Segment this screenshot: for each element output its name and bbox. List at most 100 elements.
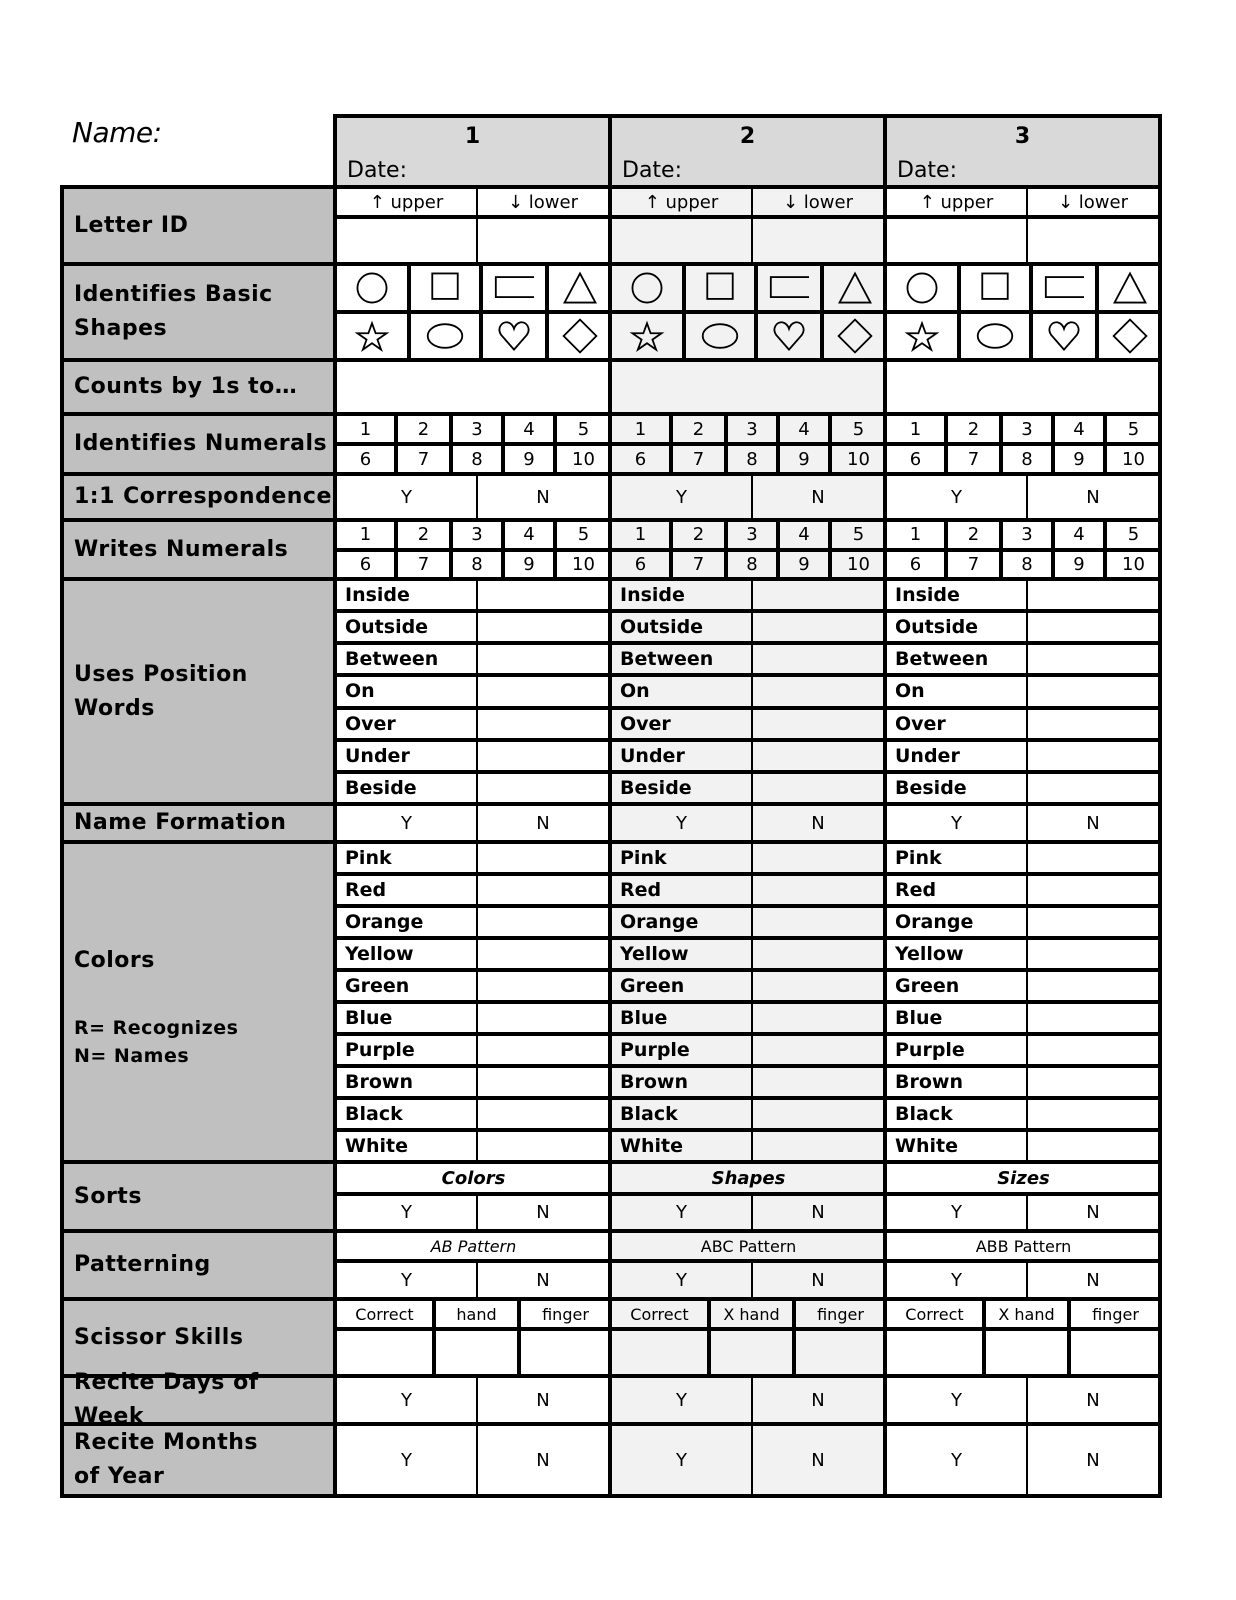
identify-numeral-cell-1[interactable]: 2 bbox=[396, 414, 451, 444]
write-numeral-cell-2[interactable]: 2 bbox=[671, 520, 726, 550]
scissor-score-cell-2[interactable] bbox=[610, 1329, 709, 1376]
correspondence-yes-2[interactable]: Y bbox=[610, 474, 753, 520]
scissor-score-cell-1[interactable] bbox=[335, 1329, 434, 1376]
shape-cell-3[interactable] bbox=[959, 264, 1031, 312]
lower-score-cell-1[interactable] bbox=[476, 217, 610, 264]
scissor-score-cell-1[interactable] bbox=[519, 1329, 612, 1376]
sorts-yes-1[interactable]: Y bbox=[335, 1194, 478, 1231]
scissor-score-cell-3[interactable] bbox=[1069, 1329, 1162, 1376]
patterning-yes-3[interactable]: Y bbox=[885, 1261, 1028, 1299]
shape-cell-2[interactable] bbox=[822, 264, 887, 312]
patterning-no-1[interactable]: N bbox=[476, 1261, 610, 1299]
days-yes-3[interactable]: Y bbox=[885, 1376, 1028, 1424]
name-formation-no-2[interactable]: N bbox=[751, 804, 885, 842]
scissor-score-cell-1[interactable] bbox=[434, 1329, 519, 1376]
counts-cell-3[interactable] bbox=[885, 360, 1162, 414]
identify-numeral-cell-1[interactable]: 1 bbox=[335, 414, 396, 444]
write-numeral-cell-3[interactable]: 6 bbox=[885, 549, 946, 579]
write-numeral-cell-3[interactable]: 3 bbox=[1001, 520, 1053, 550]
identify-numeral-cell-2[interactable]: 9 bbox=[778, 444, 830, 474]
months-no-3[interactable]: N bbox=[1026, 1424, 1160, 1496]
write-numeral-cell-1[interactable]: 4 bbox=[503, 520, 555, 550]
write-numeral-cell-3[interactable]: 8 bbox=[1001, 549, 1053, 579]
write-numeral-cell-3[interactable]: 10 bbox=[1105, 549, 1162, 579]
identify-numeral-cell-1[interactable]: 8 bbox=[451, 444, 503, 474]
counts-cell-2[interactable] bbox=[610, 360, 887, 414]
write-numeral-cell-2[interactable]: 7 bbox=[671, 549, 726, 579]
shape-cell-2[interactable] bbox=[610, 312, 684, 360]
write-numeral-cell-3[interactable]: 9 bbox=[1053, 549, 1105, 579]
color-score-cell-3[interactable] bbox=[1026, 1002, 1160, 1034]
position-score-cell-1[interactable] bbox=[476, 611, 610, 644]
months-yes-2[interactable]: Y bbox=[610, 1424, 753, 1496]
counts-cell-1[interactable] bbox=[335, 360, 612, 414]
color-score-cell-3[interactable] bbox=[1026, 874, 1160, 906]
color-score-cell-3[interactable] bbox=[1026, 938, 1160, 970]
color-score-cell-1[interactable] bbox=[476, 970, 610, 1002]
patterning-no-3[interactable]: N bbox=[1026, 1261, 1160, 1299]
position-score-cell-3[interactable] bbox=[1026, 611, 1160, 644]
color-score-cell-1[interactable] bbox=[476, 842, 610, 874]
upper-score-cell-2[interactable] bbox=[610, 217, 753, 264]
correspondence-yes-1[interactable]: Y bbox=[335, 474, 478, 520]
days-no-3[interactable]: N bbox=[1026, 1376, 1160, 1424]
scissor-score-cell-3[interactable] bbox=[984, 1329, 1069, 1376]
shape-cell-3[interactable] bbox=[1097, 312, 1162, 360]
lower-score-cell-3[interactable] bbox=[1026, 217, 1160, 264]
color-score-cell-2[interactable] bbox=[751, 1098, 885, 1130]
position-score-cell-1[interactable] bbox=[476, 675, 610, 708]
write-numeral-cell-2[interactable]: 6 bbox=[610, 549, 671, 579]
color-score-cell-2[interactable] bbox=[751, 874, 885, 906]
date-field[interactable]: Date: bbox=[347, 158, 407, 183]
date-field[interactable]: Date: bbox=[622, 158, 682, 183]
months-yes-3[interactable]: Y bbox=[885, 1424, 1028, 1496]
write-numeral-cell-2[interactable]: 10 bbox=[830, 549, 887, 579]
shape-cell-3[interactable] bbox=[1097, 264, 1162, 312]
write-numeral-cell-3[interactable]: 1 bbox=[885, 520, 946, 550]
identify-numeral-cell-3[interactable]: 7 bbox=[946, 444, 1001, 474]
shape-cell-1[interactable] bbox=[547, 264, 612, 312]
correspondence-no-3[interactable]: N bbox=[1026, 474, 1160, 520]
correspondence-no-1[interactable]: N bbox=[476, 474, 610, 520]
write-numeral-cell-1[interactable]: 10 bbox=[555, 549, 612, 579]
position-score-cell-2[interactable] bbox=[751, 579, 885, 612]
correspondence-yes-3[interactable]: Y bbox=[885, 474, 1028, 520]
position-score-cell-2[interactable] bbox=[751, 675, 885, 708]
position-score-cell-2[interactable] bbox=[751, 643, 885, 676]
write-numeral-cell-3[interactable]: 7 bbox=[946, 549, 1001, 579]
color-score-cell-2[interactable] bbox=[751, 1002, 885, 1034]
write-numeral-cell-1[interactable]: 6 bbox=[335, 549, 396, 579]
color-score-cell-1[interactable] bbox=[476, 874, 610, 906]
write-numeral-cell-2[interactable]: 4 bbox=[778, 520, 830, 550]
color-score-cell-3[interactable] bbox=[1026, 970, 1160, 1002]
months-no-2[interactable]: N bbox=[751, 1424, 885, 1496]
position-score-cell-1[interactable] bbox=[476, 643, 610, 676]
write-numeral-cell-3[interactable]: 5 bbox=[1105, 520, 1162, 550]
scissor-score-cell-2[interactable] bbox=[709, 1329, 794, 1376]
shape-cell-1[interactable] bbox=[409, 264, 481, 312]
color-score-cell-1[interactable] bbox=[476, 1098, 610, 1130]
sorts-yes-3[interactable]: Y bbox=[885, 1194, 1028, 1231]
identify-numeral-cell-1[interactable]: 3 bbox=[451, 414, 503, 444]
write-numeral-cell-2[interactable]: 8 bbox=[726, 549, 778, 579]
shape-cell-1[interactable] bbox=[547, 312, 612, 360]
shape-cell-2[interactable] bbox=[684, 312, 756, 360]
identify-numeral-cell-3[interactable]: 1 bbox=[885, 414, 946, 444]
identify-numeral-cell-2[interactable]: 2 bbox=[671, 414, 726, 444]
name-formation-no-3[interactable]: N bbox=[1026, 804, 1160, 842]
color-score-cell-2[interactable] bbox=[751, 1066, 885, 1098]
patterning-yes-1[interactable]: Y bbox=[335, 1261, 478, 1299]
color-score-cell-3[interactable] bbox=[1026, 1098, 1160, 1130]
write-numeral-cell-1[interactable]: 5 bbox=[555, 520, 612, 550]
sorts-no-1[interactable]: N bbox=[476, 1194, 610, 1231]
upper-score-cell-3[interactable] bbox=[885, 217, 1028, 264]
name-formation-yes-2[interactable]: Y bbox=[610, 804, 753, 842]
write-numeral-cell-1[interactable]: 7 bbox=[396, 549, 451, 579]
name-formation-yes-1[interactable]: Y bbox=[335, 804, 478, 842]
write-numeral-cell-2[interactable]: 1 bbox=[610, 520, 671, 550]
identify-numeral-cell-3[interactable]: 2 bbox=[946, 414, 1001, 444]
color-score-cell-1[interactable] bbox=[476, 906, 610, 938]
months-no-1[interactable]: N bbox=[476, 1424, 610, 1496]
shape-cell-1[interactable] bbox=[335, 312, 409, 360]
color-score-cell-3[interactable] bbox=[1026, 1130, 1160, 1162]
